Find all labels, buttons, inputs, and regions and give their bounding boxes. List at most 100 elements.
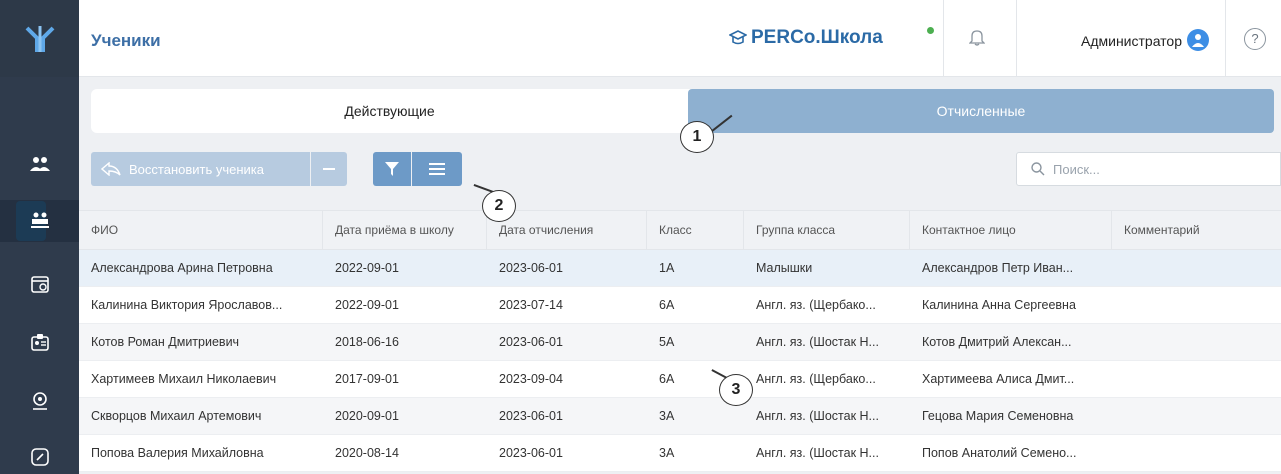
cell	[1112, 435, 1281, 471]
table-row[interactable]: Попова Валерия Михайловна 2020-08-14 202…	[79, 435, 1281, 472]
cell: 2023-09-04	[499, 372, 563, 386]
cell	[1112, 398, 1281, 434]
cell: Гецова Мария Семеновна	[922, 409, 1074, 423]
cell: 2023-06-01	[499, 261, 563, 275]
table-header: ФИО Дата приёма в школу Дата отчисления …	[79, 210, 1281, 250]
table-row[interactable]: Хартимеев Михаил Николаевич 2017-09-01 2…	[79, 361, 1281, 398]
sidebar-item-staff[interactable]	[0, 143, 79, 185]
cell: 2023-06-01	[499, 446, 563, 460]
cell: Калинина Анна Сергеевна	[922, 298, 1076, 312]
sidebar-item-badges[interactable]	[0, 321, 79, 363]
search-icon	[1031, 162, 1045, 176]
cell: Малышки	[756, 261, 813, 275]
sidebar-item-schedule[interactable]	[0, 263, 79, 305]
column-header[interactable]: Дата приёма в школу	[323, 211, 487, 249]
cell: Хартимеев Михаил Николаевич	[91, 372, 277, 386]
students-icon	[30, 212, 49, 228]
people-icon	[29, 157, 50, 171]
filter-icon	[385, 162, 399, 176]
search-input[interactable]	[1053, 161, 1253, 177]
table-row[interactable]: Калинина Виктория Ярославов... 2022-09-0…	[79, 287, 1281, 324]
cell: Александров Петр Иван...	[922, 261, 1074, 275]
remove-button[interactable]	[311, 152, 347, 186]
sidebar-item-integration[interactable]	[0, 436, 79, 474]
cell: 5А	[659, 335, 675, 349]
sidebar-item-monitoring[interactable]	[0, 380, 79, 422]
link-icon	[30, 448, 49, 466]
graduation-cap-icon	[729, 30, 747, 45]
column-header[interactable]: ФИО	[79, 211, 323, 249]
location-user-icon	[32, 392, 47, 410]
user-name[interactable]: Администратор	[1081, 33, 1182, 49]
cell: 2018-06-16	[335, 335, 399, 349]
column-header[interactable]: Контактное лицо	[910, 211, 1112, 249]
cell: Англ. яз. (Шостак Н...	[756, 409, 879, 423]
cell: 6А	[659, 298, 675, 312]
table-row[interactable]: Котов Роман Дмитриевич 2018-06-16 2023-0…	[79, 324, 1281, 361]
status-dot	[927, 27, 934, 34]
column-header[interactable]: Класс	[647, 211, 744, 249]
notifications-button[interactable]	[968, 28, 986, 51]
filter-button[interactable]	[373, 152, 411, 186]
table-row[interactable]: Скворцов Михаил Артемович 2020-09-01 202…	[79, 398, 1281, 435]
cell: Котов Дмитрий Алексан...	[922, 335, 1072, 349]
cell: 2023-06-01	[499, 409, 563, 423]
brand-name: PERCo.Школа	[751, 27, 883, 48]
cell: 2022-09-01	[335, 261, 399, 275]
students-table: ФИО Дата приёма в школу Дата отчисления …	[79, 210, 1281, 472]
restore-student-label: Восстановить ученика	[129, 161, 265, 177]
perco-logo-icon	[25, 25, 54, 52]
table-body: Александрова Арина Петровна 2022-09-01 2…	[79, 250, 1281, 472]
callout-marker: 3	[719, 374, 753, 406]
search-box[interactable]	[1016, 152, 1281, 186]
cell: Попов Анатолий Семено...	[922, 446, 1077, 460]
column-header[interactable]: Комментарий	[1112, 211, 1281, 249]
cell	[1112, 287, 1281, 323]
cell: Хартимеева Алиса Дмит...	[922, 372, 1075, 386]
cell: 2020-09-01	[335, 409, 399, 423]
cell: Попова Валерия Михайловна	[91, 446, 264, 460]
user-icon	[1192, 34, 1204, 47]
cell	[1112, 361, 1281, 397]
cell: Александрова Арина Петровна	[91, 261, 273, 275]
help-button[interactable]: ?	[1244, 28, 1266, 50]
cell: 1А	[659, 261, 675, 275]
cell: 2023-07-14	[499, 298, 563, 312]
id-badge-icon	[30, 334, 49, 351]
top-header: Ученики PERCo.Школа Администратор ?	[79, 0, 1281, 77]
callout-marker: 1	[680, 121, 714, 153]
divider	[943, 0, 944, 77]
sidebar	[0, 0, 79, 474]
app-logo[interactable]	[0, 0, 79, 77]
divider	[1016, 0, 1017, 77]
page-title: Ученики	[91, 31, 161, 50]
callout-marker: 2	[482, 190, 516, 222]
divider	[1225, 0, 1226, 77]
bell-icon	[968, 30, 986, 46]
cell: Англ. яз. (Щербако...	[756, 298, 876, 312]
sidebar-item-students[interactable]	[0, 200, 79, 242]
cell: 2020-08-14	[335, 446, 399, 460]
cell: Англ. яз. (Щербако...	[756, 372, 876, 386]
table-row[interactable]: Александрова Арина Петровна 2022-09-01 2…	[79, 250, 1281, 287]
cell	[1112, 324, 1281, 360]
cell: 2023-06-01	[499, 335, 563, 349]
minus-icon	[323, 168, 335, 170]
brand-logo: PERCo.Школа	[729, 27, 883, 49]
hamburger-icon	[429, 163, 445, 175]
cell: Англ. яз. (Шостак Н...	[756, 335, 879, 349]
user-avatar[interactable]	[1187, 29, 1209, 51]
cell: Англ. яз. (Шостак Н...	[756, 446, 879, 460]
cell: Скворцов Михаил Артемович	[91, 409, 262, 423]
cell: 2017-09-01	[335, 372, 399, 386]
cell: Котов Роман Дмитриевич	[91, 335, 240, 349]
cell: Калинина Виктория Ярославов...	[91, 298, 283, 312]
cell: 2022-09-01	[335, 298, 399, 312]
restore-student-button[interactable]: Восстановить ученика	[91, 152, 310, 186]
tab-expelled-students[interactable]: Отчисленные	[688, 89, 1274, 133]
tab-active-students[interactable]: Действующие	[91, 89, 688, 133]
column-header[interactable]: Группа класса	[744, 211, 910, 249]
cell: 3А	[659, 446, 675, 460]
menu-button[interactable]	[412, 152, 462, 186]
undo-arrow-icon	[101, 162, 121, 176]
